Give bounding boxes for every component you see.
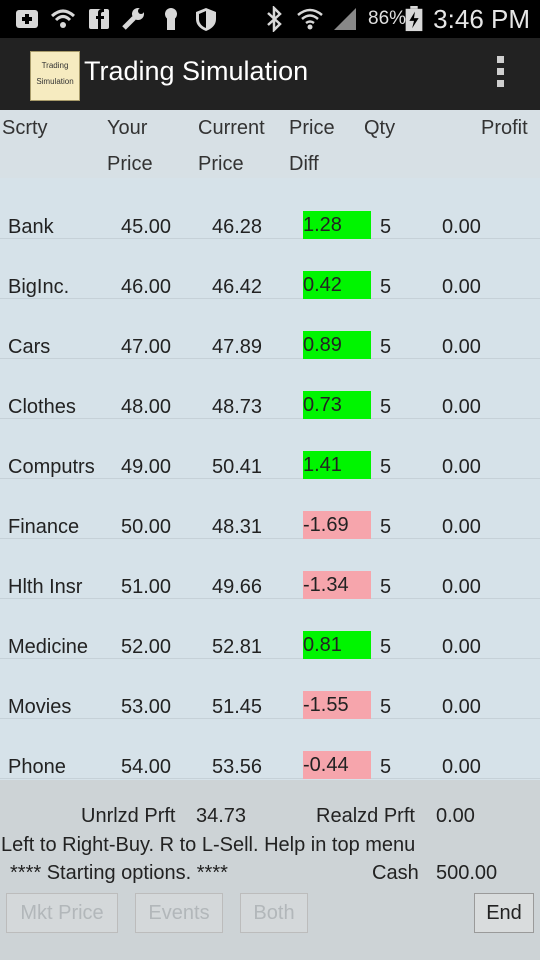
wifi-icon xyxy=(50,9,76,28)
cash-value: 500.00 xyxy=(436,862,498,884)
table-row[interactable]: Hlth Insr 51.00 49.66 5 0.00 -1.34 xyxy=(0,538,540,599)
facebook-icon xyxy=(89,9,109,29)
help-text: Left to Right-Buy. R to L-Sell. Help in … xyxy=(1,834,416,856)
events-button[interactable]: Events xyxy=(135,893,223,933)
header-price-diff: Price xyxy=(289,117,335,139)
table-row[interactable]: Cars 47.00 47.89 5 0.00 0.89 xyxy=(0,298,540,359)
unrealized-profit-value: 34.73 xyxy=(196,805,247,827)
table-row[interactable]: Phone 54.00 53.56 5 0.00 -0.44 xyxy=(0,718,540,779)
app-icon-text-line1: Trading xyxy=(41,61,69,70)
header-current-price-line2: Price xyxy=(198,153,244,175)
header-your-price: Your xyxy=(107,117,148,139)
table-row[interactable]: Clothes 48.00 48.73 5 0.00 0.73 xyxy=(0,358,540,419)
wifi-signal-icon xyxy=(297,8,323,30)
securities-list[interactable]: Bank 45.00 46.28 5 0.00 1.28 BigInc. 46.00 46.42… xyxy=(0,178,540,780)
price-diff: -1.34 xyxy=(303,571,371,599)
price-diff: 0.89 xyxy=(303,331,371,359)
cash-label: Cash xyxy=(372,862,419,884)
header-price-diff-line2: Diff xyxy=(289,153,319,175)
bluetooth-icon xyxy=(267,6,282,32)
status-bar: 86% 3:46 PM xyxy=(0,0,540,38)
overflow-menu-icon[interactable] xyxy=(490,56,510,94)
status-text: **** Starting options. **** xyxy=(10,862,228,884)
price-diff: -1.55 xyxy=(303,691,371,719)
keyhole-icon xyxy=(165,8,177,30)
mkt-price-button[interactable]: Mkt Price xyxy=(6,893,118,933)
wrench-icon xyxy=(122,8,144,30)
table-row[interactable]: Finance 50.00 48.31 5 0.00 -1.69 xyxy=(0,478,540,539)
unrealized-profit-label: Unrlzd Prft xyxy=(81,805,176,827)
profit: 0.00 xyxy=(442,756,481,778)
table-row[interactable]: Medicine 52.00 52.81 5 0.00 0.81 xyxy=(0,598,540,659)
table-row[interactable]: Movies 53.00 51.45 5 0.00 -1.55 xyxy=(0,658,540,719)
add-box-icon xyxy=(16,10,38,28)
price-diff: 1.28 xyxy=(303,211,371,239)
action-bar: Trading Simulation Trading Simulation xyxy=(0,38,540,112)
shield-icon xyxy=(196,8,216,31)
price-diff: 0.73 xyxy=(303,391,371,419)
cell-signal-icon xyxy=(334,8,356,30)
header-profit: Profit xyxy=(481,117,528,139)
header-qty: Qty xyxy=(364,117,396,139)
quantity: 5 xyxy=(380,756,392,778)
app-icon-text-line2: Simulation xyxy=(36,77,74,86)
price-diff: -1.69 xyxy=(303,511,371,539)
app-title: Trading Simulation xyxy=(84,56,309,86)
security-name: Phone xyxy=(8,756,66,778)
clock-time: 3:46 PM xyxy=(433,4,530,34)
price-diff: 0.42 xyxy=(303,271,371,299)
table-header: Scrty Your Price Current Price Price Dif… xyxy=(0,110,540,178)
both-button[interactable]: Both xyxy=(240,893,308,933)
table-row[interactable]: BigInc. 46.00 46.42 5 0.00 0.42 xyxy=(0,238,540,299)
header-your-price-line2: Price xyxy=(107,153,153,175)
price-diff: -0.44 xyxy=(303,751,371,779)
header-current-price: Current xyxy=(198,117,265,139)
app-icon: Trading Simulation xyxy=(30,51,80,101)
header-scrty: Scrty xyxy=(2,117,48,139)
price-diff: 1.41 xyxy=(303,451,371,479)
your-price: 54.00 xyxy=(121,756,172,778)
current-price: 53.56 xyxy=(212,756,263,778)
footer-panel: Unrlzd Prft 34.73 Realzd Prft 0.00 Left … xyxy=(0,780,540,960)
battery-percent: 86% xyxy=(368,8,407,29)
realized-profit-value: 0.00 xyxy=(436,805,475,827)
end-button[interactable]: End xyxy=(474,893,534,933)
battery-charging-icon xyxy=(405,6,423,32)
price-diff: 0.81 xyxy=(303,631,371,659)
table-row[interactable]: Bank 45.00 46.28 5 0.00 1.28 xyxy=(0,178,540,239)
table-row[interactable]: Computrs 49.00 50.41 5 0.00 1.41 xyxy=(0,418,540,479)
realized-profit-label: Realzd Prft xyxy=(316,805,415,827)
